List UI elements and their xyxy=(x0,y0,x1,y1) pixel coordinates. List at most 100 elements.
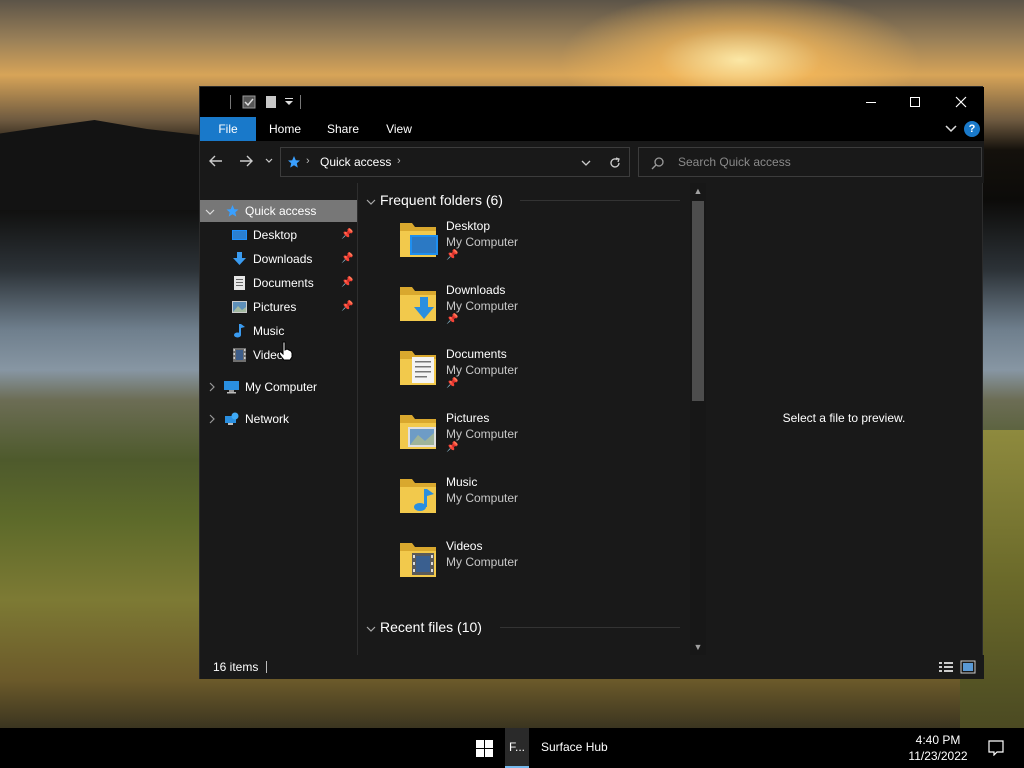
folder-name: Videos xyxy=(446,539,483,553)
details-view-icon[interactable] xyxy=(938,660,954,674)
downloads-folder-icon xyxy=(400,287,436,321)
qat-separator xyxy=(230,95,231,109)
vertical-scrollbar[interactable]: ▲ ▼ xyxy=(690,183,706,655)
navigation-bar: › Quick access › Search Quick access xyxy=(200,141,984,183)
breadcrumb-chevron-icon[interactable]: › xyxy=(397,155,401,167)
scroll-up-icon[interactable]: ▲ xyxy=(690,183,706,199)
maximize-button[interactable] xyxy=(892,87,938,117)
address-bar[interactable]: › Quick access › xyxy=(280,147,630,177)
sidebar-item-my-computer[interactable]: My Computer xyxy=(200,376,357,398)
desktop-icon xyxy=(232,230,247,240)
folder-name: Documents xyxy=(446,347,507,361)
folder-tile-documents[interactable]: Documents My Computer 📌 xyxy=(398,347,688,407)
forward-arrow-icon xyxy=(240,155,253,167)
sidebar-item-downloads[interactable]: Downloads 📌 xyxy=(200,248,357,270)
item-count: 16 items xyxy=(213,660,259,674)
sidebar-item-quick-access[interactable]: Quick access xyxy=(200,200,357,222)
search-box[interactable]: Search Quick access xyxy=(638,147,982,177)
folder-location: My Computer xyxy=(446,363,519,377)
sidebar-item-label: Pictures xyxy=(253,300,297,314)
folder-tile-videos[interactable]: Videos My Computer xyxy=(398,539,688,599)
chevron-down-icon[interactable] xyxy=(366,624,376,634)
taskbar-item-explorer[interactable]: F... xyxy=(505,728,529,768)
file-explorer-window: File Home Share View ? › Quick access › xyxy=(199,86,984,679)
scroll-down-icon[interactable]: ▼ xyxy=(690,639,706,655)
chevron-down-icon[interactable] xyxy=(205,207,215,217)
sidebar-item-documents[interactable]: Documents 📌 xyxy=(200,272,357,294)
ribbon-expand-icon[interactable] xyxy=(944,123,958,135)
minimize-button[interactable] xyxy=(848,87,894,117)
group-header-frequent[interactable]: Frequent folders (6) xyxy=(380,192,503,208)
status-bar: 16 items xyxy=(200,655,984,679)
taskbar-item-surface-hub[interactable]: Surface Hub xyxy=(541,740,608,754)
sidebar-item-label: Desktop xyxy=(253,228,298,242)
pin-icon[interactable]: 📌 xyxy=(341,272,353,294)
sidebar-item-label: Quick access xyxy=(245,204,317,218)
computer-icon xyxy=(224,381,239,394)
taskbar-clock[interactable]: 4:40 PM 11/23/2022 xyxy=(905,732,971,764)
tab-file[interactable]: File xyxy=(200,117,256,141)
pin-icon: 📌 xyxy=(446,442,459,453)
folder-location: My Computer xyxy=(446,235,519,249)
recent-locations-button[interactable] xyxy=(263,153,275,171)
folder-location: My Computer xyxy=(446,427,519,441)
properties-icon[interactable] xyxy=(242,95,256,109)
back-button[interactable] xyxy=(207,153,225,171)
preview-message: Select a file to preview. xyxy=(782,411,906,425)
videos-icon xyxy=(233,348,246,362)
sidebar-item-label: Downloads xyxy=(253,252,313,266)
pin-icon: 📌 xyxy=(446,250,459,261)
documents-icon xyxy=(234,276,245,290)
pin-icon: 📌 xyxy=(446,378,459,389)
sidebar-item-pictures[interactable]: Pictures 📌 xyxy=(200,296,357,318)
address-dropdown-icon[interactable] xyxy=(580,157,592,169)
clock-date: 11/23/2022 xyxy=(908,749,968,763)
group-divider xyxy=(520,200,680,201)
refresh-icon[interactable] xyxy=(608,156,622,170)
sidebar-item-music[interactable]: Music xyxy=(200,320,357,342)
close-icon xyxy=(955,96,967,108)
folder-tile-music[interactable]: Music My Computer xyxy=(398,475,688,535)
qat-dropdown-icon[interactable] xyxy=(284,95,294,109)
sidebar-item-label: Network xyxy=(245,412,290,426)
tab-view[interactable]: View xyxy=(374,117,424,141)
desktop-folder-icon xyxy=(400,223,438,257)
pictures-folder-icon xyxy=(400,415,436,449)
network-icon xyxy=(225,412,239,425)
notifications-icon[interactable] xyxy=(988,740,1004,756)
search-placeholder: Search Quick access xyxy=(678,155,791,169)
windows-start-icon[interactable] xyxy=(476,740,493,757)
folder-tile-pictures[interactable]: Pictures My Computer 📌 xyxy=(398,411,688,471)
status-separator xyxy=(266,661,267,673)
folder-location: My Computer xyxy=(446,555,519,569)
close-button[interactable] xyxy=(938,87,984,117)
forward-button[interactable] xyxy=(237,153,255,171)
back-arrow-icon xyxy=(209,155,222,167)
group-header-recent[interactable]: Recent files (10) xyxy=(380,619,482,635)
sidebar-item-network[interactable]: Network xyxy=(200,408,357,430)
folder-tile-desktop[interactable]: Desktop My Computer 📌 xyxy=(398,219,688,279)
scroll-thumb[interactable] xyxy=(692,201,704,401)
videos-folder-icon xyxy=(400,543,436,577)
chevron-down-icon[interactable] xyxy=(366,197,376,207)
search-icon xyxy=(651,157,664,170)
ribbon: File Home Share View ? xyxy=(200,117,984,141)
pin-icon[interactable]: 📌 xyxy=(341,224,353,246)
sidebar-item-desktop[interactable]: Desktop 📌 xyxy=(200,224,357,246)
preview-pane: Select a file to preview. xyxy=(706,183,982,655)
tab-share[interactable]: Share xyxy=(318,117,368,141)
breadcrumb-quick-access[interactable]: Quick access xyxy=(320,155,391,169)
pin-icon[interactable]: 📌 xyxy=(341,248,353,270)
documents-folder-icon xyxy=(400,351,436,385)
folder-tile-downloads[interactable]: Downloads My Computer 📌 xyxy=(398,283,688,343)
pin-icon[interactable]: 📌 xyxy=(341,296,353,318)
tab-home[interactable]: Home xyxy=(260,117,310,141)
new-folder-icon[interactable] xyxy=(264,95,278,109)
folder-location: My Computer xyxy=(446,299,519,313)
help-icon[interactable]: ? xyxy=(964,121,980,137)
maximize-icon xyxy=(910,97,920,107)
chevron-right-icon[interactable] xyxy=(207,382,217,392)
large-icons-view-icon[interactable] xyxy=(960,660,976,674)
chevron-right-icon[interactable] xyxy=(207,414,217,424)
wallpaper-mountain xyxy=(0,120,210,210)
